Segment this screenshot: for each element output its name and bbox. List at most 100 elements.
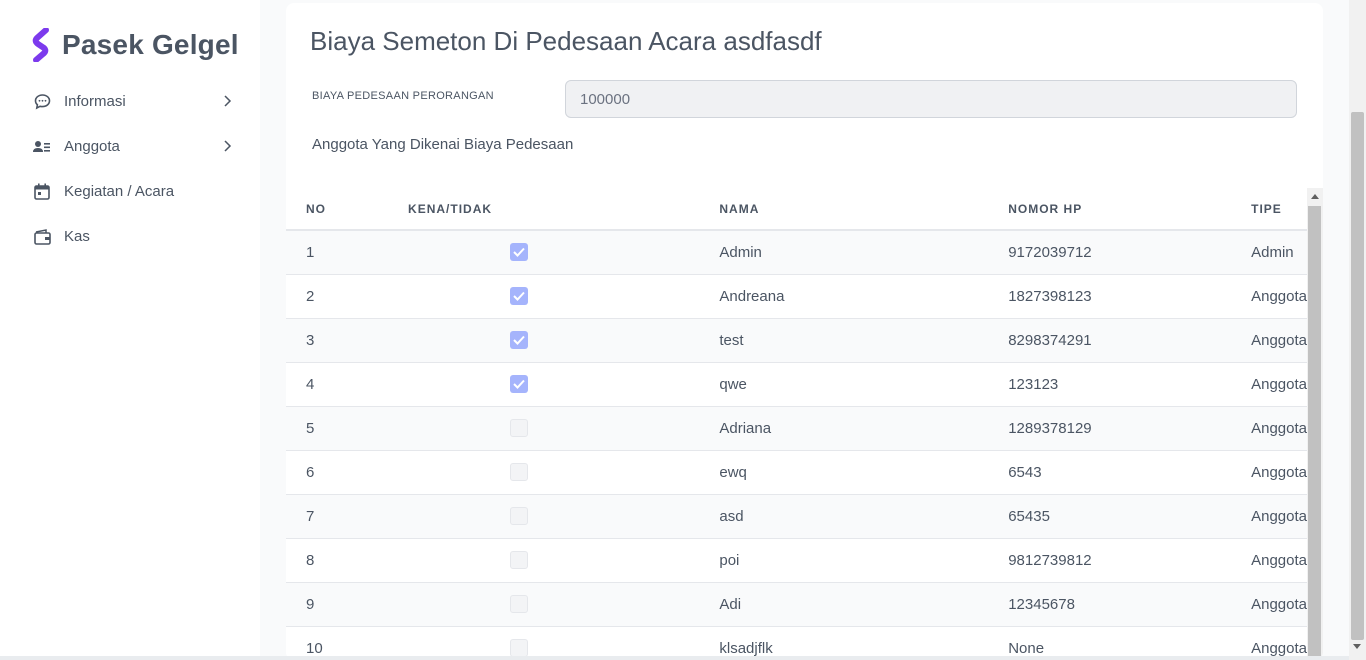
cell-no: 7 xyxy=(286,494,389,539)
members-table-container: NO KENA/TIDAK NAMA NOMOR HP TIPE 1 Admin 9… xyxy=(286,188,1307,660)
table-row: 2 Andreana 1827398123 Anggota xyxy=(286,274,1307,319)
page-scrollbar-thumb[interactable] xyxy=(1351,112,1364,640)
cell-tipe: Anggota xyxy=(1231,450,1307,495)
cell-nama: qwe xyxy=(699,362,989,407)
cell-nomor-hp: None xyxy=(988,626,1232,660)
table-row: 7 asd 65435 Anggota xyxy=(286,494,1307,539)
cell-tipe: Anggota xyxy=(1231,538,1307,583)
table-body: 1 Admin 9172039712 Admin 2 Andreana 1827398123… xyxy=(286,230,1307,660)
scroll-down-arrow-icon[interactable] xyxy=(1353,644,1361,649)
checkmark-icon xyxy=(513,335,525,345)
sidebar-item-label: Informasi xyxy=(64,93,126,110)
kena-checkbox[interactable] xyxy=(510,507,529,526)
cell-kena xyxy=(388,494,700,539)
cell-kena xyxy=(388,538,700,583)
cell-kena xyxy=(388,318,700,363)
sidebar-item-informasi[interactable]: Informasi xyxy=(0,79,260,124)
cell-tipe: Anggota xyxy=(1231,274,1307,319)
section-subheading: Anggota Yang Dikenai Biaya Pedesaan xyxy=(312,136,574,153)
cell-tipe: Admin xyxy=(1231,230,1307,275)
cell-no: 6 xyxy=(286,450,389,495)
sidebar-item-anggota[interactable]: Anggota xyxy=(0,124,260,169)
cell-nomor-hp: 6543 xyxy=(988,450,1232,495)
cell-nama: Adi xyxy=(699,582,989,627)
table-header-row: NO KENA/TIDAK NAMA NOMOR HP TIPE xyxy=(286,188,1307,231)
bottom-strip xyxy=(0,656,1349,660)
cell-no: 4 xyxy=(286,362,389,407)
kena-checkbox[interactable] xyxy=(510,287,529,306)
kena-checkbox[interactable] xyxy=(510,331,529,350)
sidebar-item-label: Anggota xyxy=(64,138,120,155)
members-table: NO KENA/TIDAK NAMA NOMOR HP TIPE 1 Admin 9… xyxy=(286,188,1307,660)
table-row: 6 ewq 6543 Anggota xyxy=(286,450,1307,495)
cell-nama: poi xyxy=(699,538,989,583)
biaya-field-input[interactable] xyxy=(565,80,1297,118)
kena-checkbox[interactable] xyxy=(510,595,529,614)
cell-tipe: Anggota xyxy=(1231,318,1307,363)
brand-logo-icon xyxy=(32,28,49,62)
column-header-kena: KENA/TIDAK xyxy=(388,188,700,231)
main-card: Biaya Semeton Di Pedesaan Acara asdfasdf… xyxy=(286,3,1323,660)
brand-name: Pasek Gelgel xyxy=(62,29,239,60)
cell-no: 1 xyxy=(286,230,389,275)
cell-no: 8 xyxy=(286,538,389,583)
cell-nomor-hp: 12345678 xyxy=(988,582,1232,627)
table-scrollbar-thumb[interactable] xyxy=(1308,206,1321,660)
kena-checkbox[interactable] xyxy=(510,243,529,262)
cell-nama: test xyxy=(699,318,989,363)
user-list-icon xyxy=(33,138,51,156)
brand[interactable]: Pasek Gelgel xyxy=(32,28,239,62)
cell-kena xyxy=(388,274,700,319)
column-header-no: NO xyxy=(286,188,389,231)
cell-nomor-hp: 9172039712 xyxy=(988,230,1232,275)
cell-nomor-hp: 65435 xyxy=(988,494,1232,539)
kena-checkbox[interactable] xyxy=(510,375,529,394)
chat-bubble-icon xyxy=(33,93,51,111)
cell-nama: klsadjflk xyxy=(699,626,989,660)
sidebar-nav: Informasi Anggota Kegiatan / Acara Kas xyxy=(0,79,260,259)
table-row: 1 Admin 9172039712 Admin xyxy=(286,230,1307,275)
cell-no: 5 xyxy=(286,406,389,451)
checkmark-icon xyxy=(513,291,525,301)
cell-nama: Andreana xyxy=(699,274,989,319)
kena-checkbox[interactable] xyxy=(510,419,529,438)
cell-no: 9 xyxy=(286,582,389,627)
cell-nama: Admin xyxy=(699,230,989,275)
cell-kena xyxy=(388,450,700,495)
sidebar-item-label: Kas xyxy=(64,228,90,245)
wallet-icon xyxy=(33,228,51,246)
cell-tipe: Anggota xyxy=(1231,406,1307,451)
checkmark-icon xyxy=(513,248,525,258)
cell-nomor-hp: 1289378129 xyxy=(988,406,1232,451)
scroll-up-arrow-icon[interactable] xyxy=(1311,194,1319,199)
cell-no: 10 xyxy=(286,626,389,660)
column-header-nomor-hp: NOMOR HP xyxy=(988,188,1232,231)
chevron-right-icon xyxy=(224,140,232,152)
biaya-field-label: BIAYA PEDESAAN PERORANGAN xyxy=(312,90,494,102)
cell-kena xyxy=(388,582,700,627)
calendar-icon xyxy=(33,183,51,201)
table-row: 4 qwe 123123 Anggota xyxy=(286,362,1307,407)
cell-kena xyxy=(388,362,700,407)
cell-tipe: Anggota xyxy=(1231,582,1307,627)
page-title: Biaya Semeton Di Pedesaan Acara asdfasdf xyxy=(310,26,822,56)
cell-nama: Adriana xyxy=(699,406,989,451)
cell-nomor-hp: 9812739812 xyxy=(988,538,1232,583)
kena-checkbox[interactable] xyxy=(510,639,529,658)
table-row: 8 poi 9812739812 Anggota xyxy=(286,538,1307,583)
kena-checkbox[interactable] xyxy=(510,463,529,482)
cell-tipe: Anggota xyxy=(1231,362,1307,407)
page-scrollbar[interactable] xyxy=(1349,0,1366,660)
sidebar-item-kas[interactable]: Kas xyxy=(0,214,260,259)
cell-nama: asd xyxy=(699,494,989,539)
column-header-tipe: TIPE xyxy=(1231,188,1307,231)
cell-no: 3 xyxy=(286,318,389,363)
cell-tipe: Anggota xyxy=(1231,494,1307,539)
checkmark-icon xyxy=(513,379,525,389)
cell-nomor-hp: 8298374291 xyxy=(988,318,1232,363)
kena-checkbox[interactable] xyxy=(510,551,529,570)
sidebar-item-kegiatan[interactable]: Kegiatan / Acara xyxy=(0,169,260,214)
cell-kena xyxy=(388,626,700,660)
cell-nama: ewq xyxy=(699,450,989,495)
table-scrollbar[interactable] xyxy=(1307,188,1323,660)
